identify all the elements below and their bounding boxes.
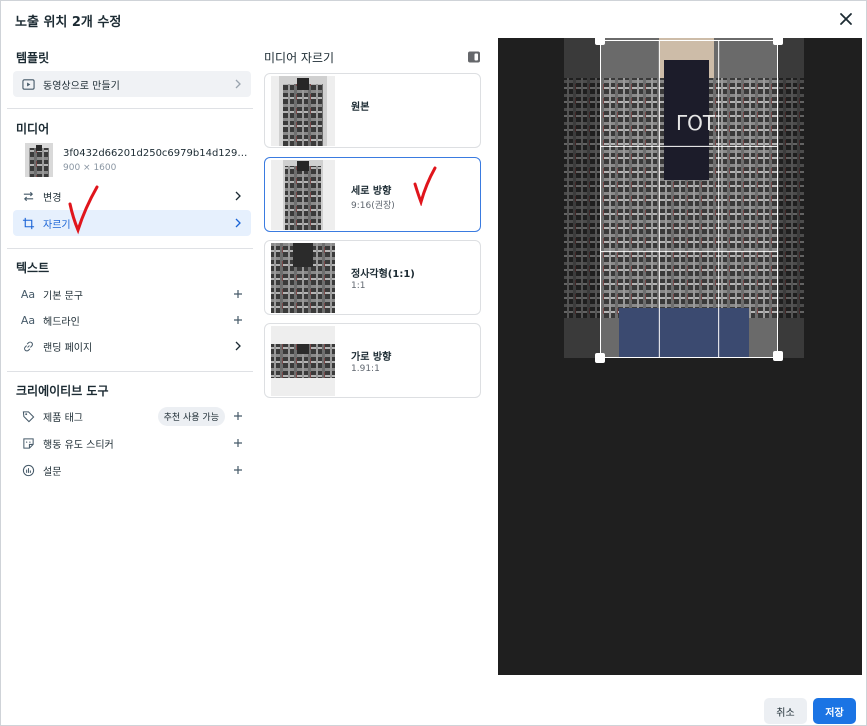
crop-option-square[interactable]: 정사각형(1:1) 1:1: [264, 240, 481, 315]
media-dimensions: 900 × 1600: [63, 163, 117, 173]
crop-grid: [601, 41, 777, 357]
product-tags-label: 제품 태그: [43, 412, 83, 424]
crop-icon: [19, 214, 37, 232]
crop-option-ratio: 1.91:1: [351, 364, 380, 374]
plus-icon[interactable]: [229, 285, 247, 303]
landing-page-row[interactable]: 랜딩 페이지: [13, 333, 251, 359]
tag-icon: [19, 407, 37, 425]
template-heading: 템플릿: [16, 51, 50, 65]
chevron-right-icon: [229, 187, 247, 205]
creative-tools-heading: 크리에이티브 도구: [16, 384, 109, 398]
create-video-button[interactable]: 동영상으로 만들기: [13, 71, 251, 97]
headline-label: 헤드라인: [43, 316, 80, 328]
landing-page-label: 랜딩 페이지: [43, 342, 93, 354]
crop-option-horizontal[interactable]: 가로 방향 1.91:1: [264, 323, 481, 398]
primary-text-row[interactable]: Aa 기본 문구: [13, 281, 251, 307]
close-icon[interactable]: [836, 9, 856, 29]
primary-text-label: 기본 문구: [43, 290, 83, 302]
media-file-name: 3f0432d66201d250c6979b14d129d5a...: [63, 148, 253, 159]
poll-row[interactable]: 설문: [13, 457, 251, 483]
sticker-label: 행동 유도 스티커: [43, 439, 114, 451]
plus-icon[interactable]: [229, 461, 247, 479]
crop-option-original[interactable]: 원본: [264, 73, 481, 148]
poll-label: 설문: [43, 466, 62, 478]
text-heading: 텍스트: [16, 261, 50, 275]
change-media-button[interactable]: 변경: [13, 183, 251, 209]
divider: [7, 248, 253, 249]
plus-icon[interactable]: [229, 311, 247, 329]
annotation-checkmark: [68, 185, 99, 235]
annotation-checkmark: [413, 166, 437, 206]
cancel-button[interactable]: 취소: [764, 698, 807, 724]
create-video-label: 동영상으로 만들기: [43, 80, 120, 92]
save-button[interactable]: 저장: [813, 698, 856, 724]
crop-option-name: 원본: [351, 102, 370, 113]
crop-handle-bottom-left[interactable]: [595, 353, 605, 363]
sticker-row[interactable]: 행동 유도 스티커: [13, 430, 251, 456]
text-format-icon: Aa: [20, 287, 36, 301]
crop-preview: ΓΟΤ: [498, 35, 862, 675]
media-heading: 미디어: [16, 122, 50, 136]
divider: [7, 371, 253, 372]
crop-option-thumbnail: [271, 326, 335, 396]
plus-icon[interactable]: [229, 407, 247, 425]
crop-option-ratio: 1:1: [351, 281, 366, 291]
media-thumbnail: [25, 143, 53, 177]
layout-toggle-icon[interactable]: [467, 50, 481, 64]
crop-frame[interactable]: [600, 40, 778, 358]
crop-handle-bottom-right[interactable]: [773, 351, 783, 361]
dialog-title: 노출 위치 2개 수정: [15, 15, 122, 30]
headline-row[interactable]: Aa 헤드라인: [13, 307, 251, 333]
poll-icon: [19, 461, 37, 479]
text-format-icon: Aa: [20, 313, 36, 327]
link-icon: [19, 337, 37, 355]
chevron-right-icon: [229, 75, 247, 93]
recommended-badge: 추천 사용 가능: [157, 406, 225, 426]
crop-option-thumbnail: [271, 243, 335, 313]
settings-panel: 템플릿 동영상으로 만들기 미디어 3f0432d66201d250c6979b…: [7, 41, 253, 481]
crop-handle-top-left[interactable]: [595, 35, 605, 45]
chevron-right-icon: [229, 214, 247, 232]
swap-icon: [19, 187, 37, 205]
product-tags-row[interactable]: 제품 태그 추천 사용 가능: [13, 403, 251, 429]
crop-option-ratio: 9:16(권장): [351, 201, 395, 211]
chevron-right-icon: [229, 337, 247, 355]
dialog-header: 노출 위치 2개 수정: [1, 1, 867, 37]
crop-option-thumbnail: [271, 76, 335, 146]
crop-media-button[interactable]: 자르기: [13, 210, 251, 236]
crop-option-thumbnail: [271, 160, 335, 230]
crop-option-name: 가로 방향: [351, 352, 392, 363]
edit-placements-dialog: 노출 위치 2개 수정 템플릿 동영상으로 만들기 미디어 3f0432d662…: [0, 0, 867, 726]
divider: [7, 108, 253, 109]
crop-handle-top-right[interactable]: [773, 35, 783, 45]
crop-heading: 미디어 자르기: [264, 51, 335, 65]
crop-option-vertical[interactable]: 세로 방향 9:16(권장): [264, 157, 481, 232]
sticker-icon: [19, 434, 37, 452]
plus-icon[interactable]: [229, 434, 247, 452]
crop-option-name: 세로 방향: [351, 186, 392, 197]
play-icon: [19, 75, 37, 93]
crop-option-name: 정사각형(1:1): [351, 269, 415, 280]
